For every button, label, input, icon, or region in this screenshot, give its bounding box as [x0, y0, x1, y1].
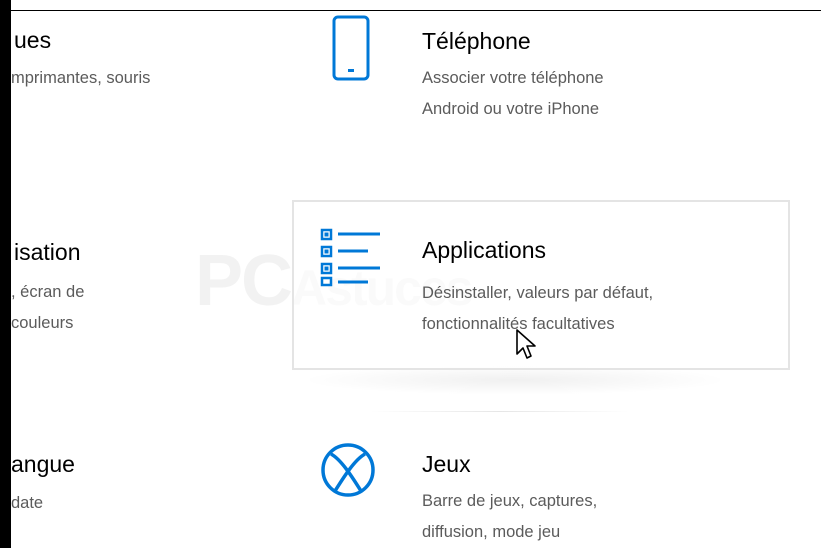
tile-title: Téléphone [422, 28, 531, 54]
tile-title: angue [11, 451, 75, 477]
settings-tile-devices[interactable]: ues mprimantes, souris [11, 0, 211, 150]
tile-title: Jeux [422, 451, 471, 477]
tile-title: ues [14, 27, 52, 53]
tile-description-line: date [11, 494, 44, 512]
tile-description-line: mprimantes, souris [11, 69, 151, 87]
mouse-pointer-icon [515, 328, 543, 367]
tile-description-line: couleurs [11, 314, 74, 332]
tile-description-line: diffusion, mode jeu [422, 523, 561, 541]
xbox-icon [320, 442, 376, 503]
settings-tile-apps[interactable]: Applications Désinstaller, valeurs par d… [300, 200, 790, 370]
tile-description-line: Barre de jeux, captures, [422, 492, 598, 510]
tile-title: isation [14, 239, 81, 265]
tile-description-line: Désinstaller, valeurs par défaut, [422, 284, 654, 302]
tile-description-line: , écran de [11, 283, 85, 301]
separator [370, 411, 630, 412]
phone-icon [332, 15, 372, 90]
settings-tile-phone[interactable]: Téléphone Associer votre téléphone Andro… [300, 11, 790, 161]
settings-left-column: ues mprimantes, souris isation , écran d… [11, 0, 211, 548]
tile-title: Applications [422, 237, 547, 263]
window-left-border [0, 0, 11, 548]
apps-list-icon [320, 228, 384, 293]
settings-tile-personalization[interactable]: isation , écran de couleurs [11, 200, 211, 360]
settings-tile-gaming[interactable]: Jeux Barre de jeux, captures, diffusion,… [300, 430, 790, 548]
tile-description-line: Associer votre téléphone [422, 69, 604, 87]
settings-tile-time-language[interactable]: angue date [11, 430, 211, 548]
tile-description-line: Android ou votre iPhone [422, 100, 600, 118]
